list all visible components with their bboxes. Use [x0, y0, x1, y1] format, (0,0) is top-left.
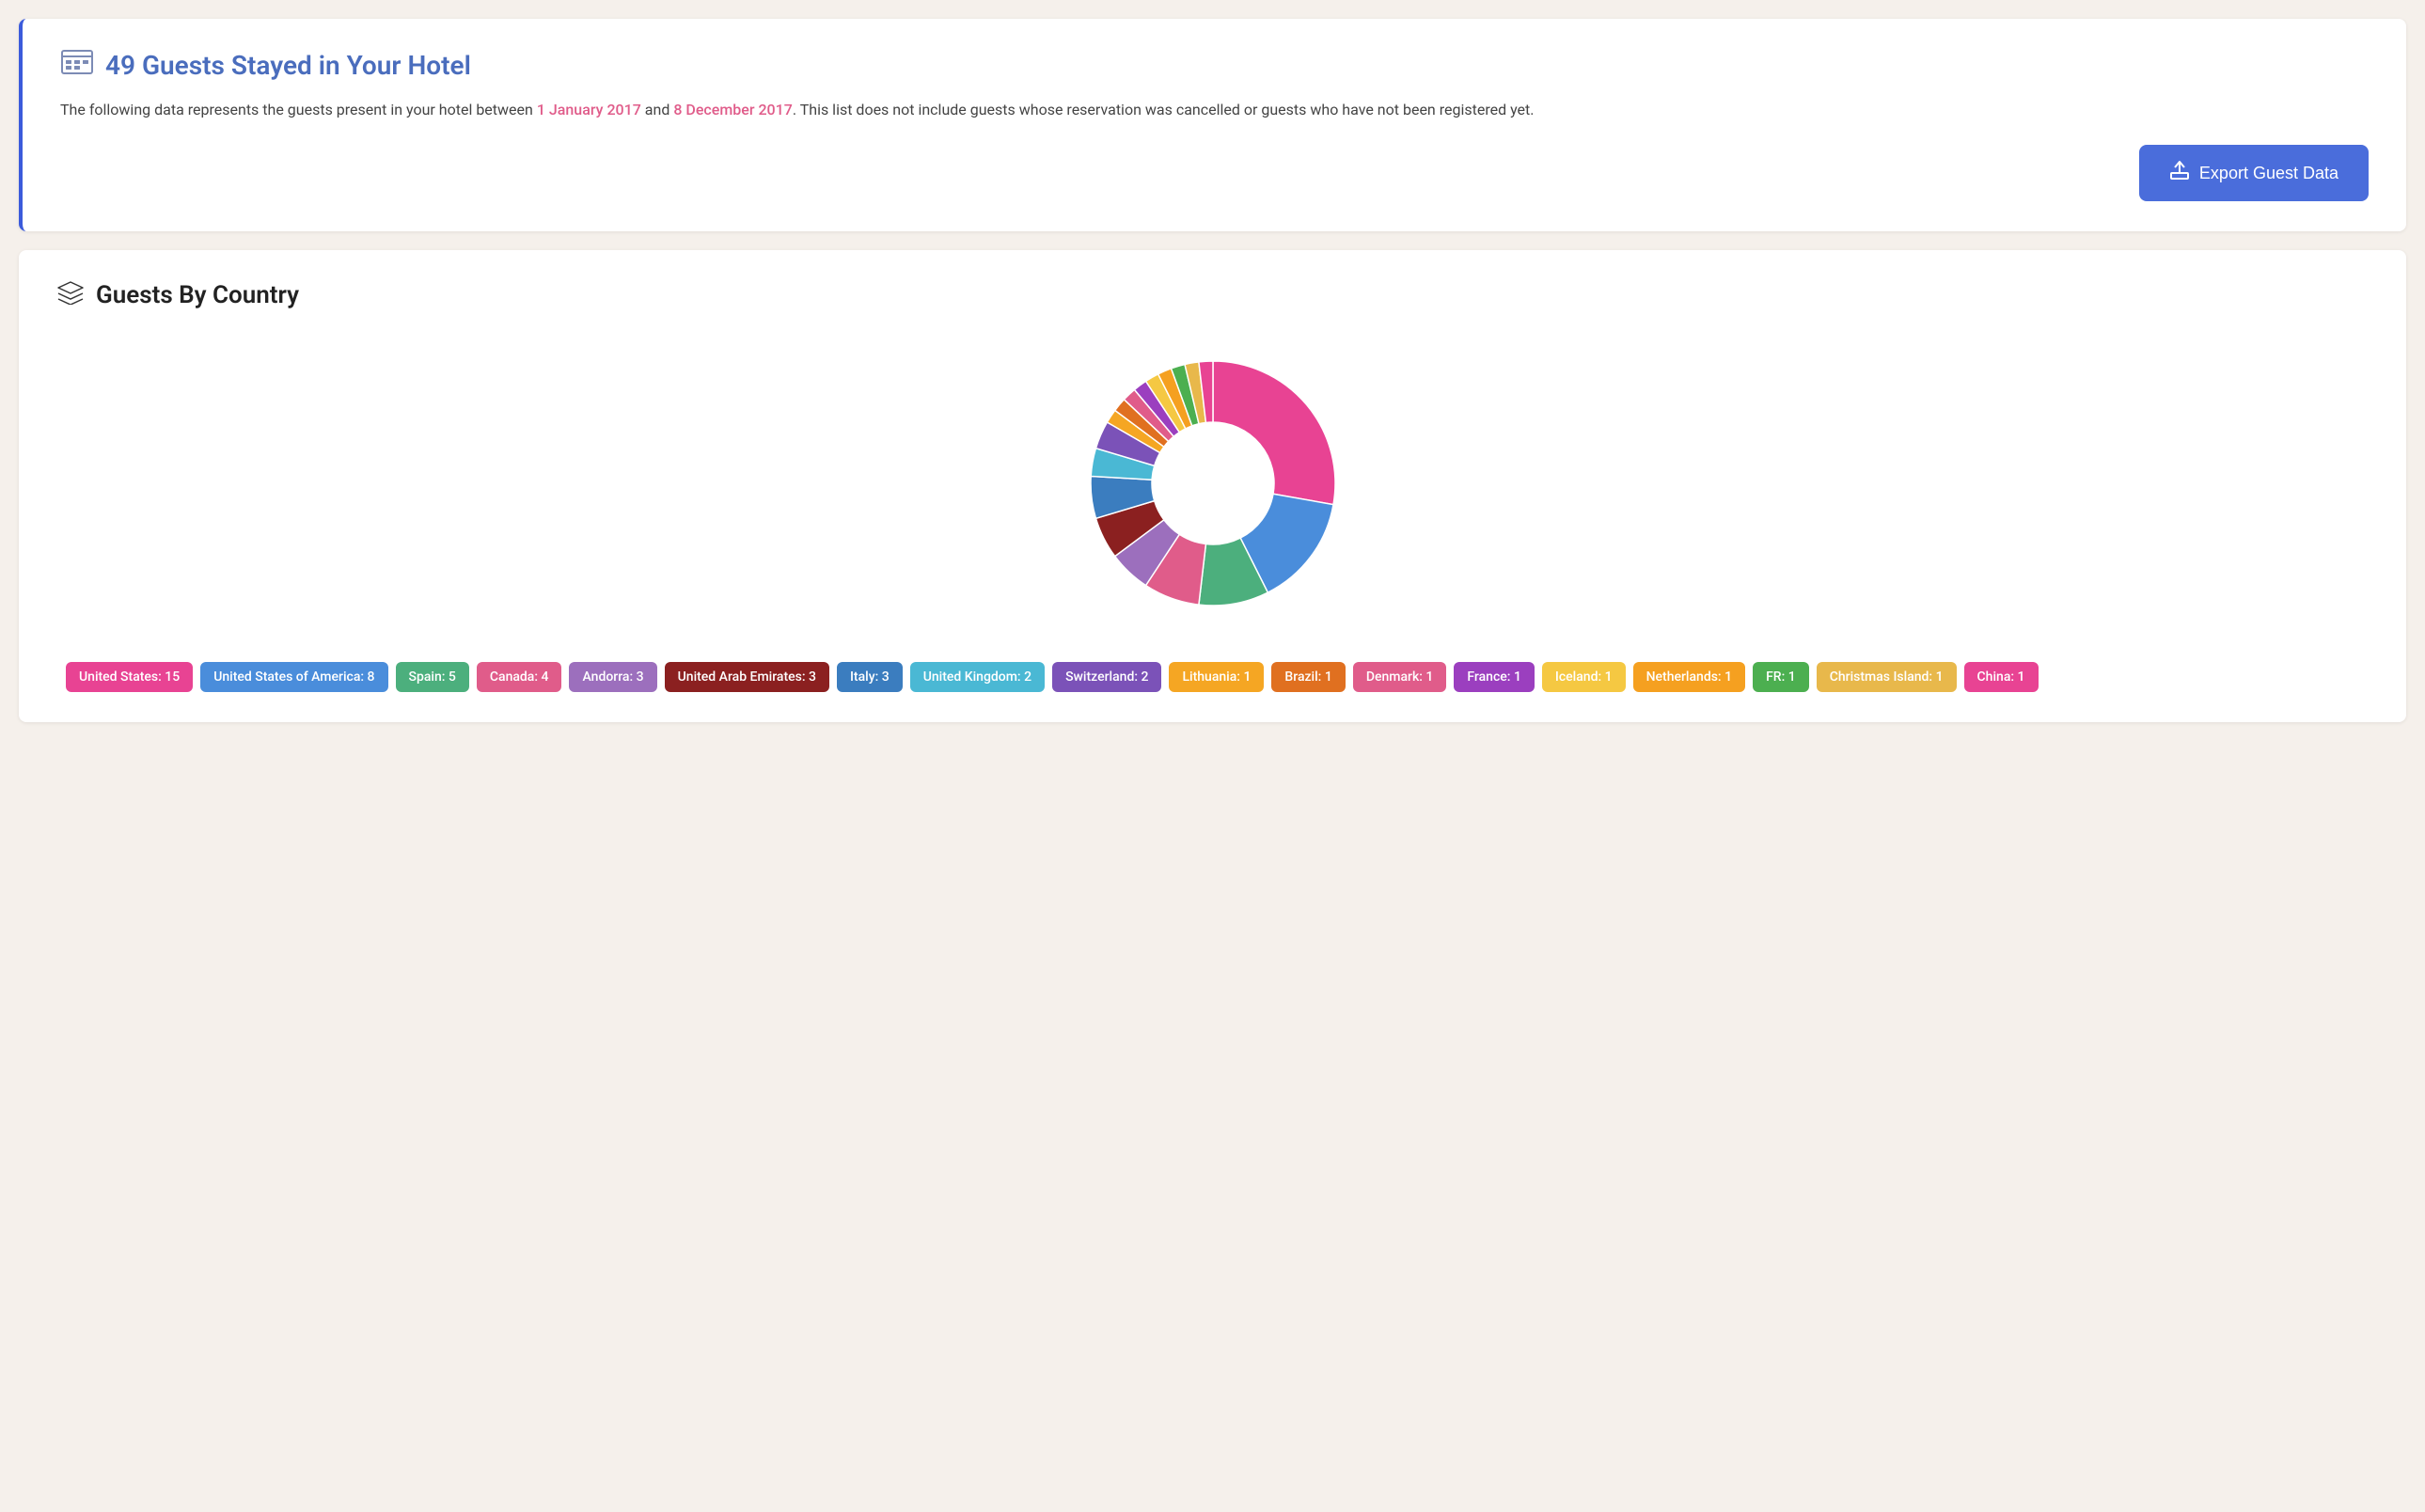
card-header: 49 Guests Stayed in Your Hotel — [60, 49, 2369, 82]
legend-tag: Denmark: 1 — [1353, 662, 1447, 692]
description-text: The following data represents the guests… — [60, 97, 2369, 122]
legend-tag: Iceland: 1 — [1542, 662, 1626, 692]
guests-by-country-title: Guests By Country — [96, 281, 299, 309]
legend-tag: FR: 1 — [1753, 662, 1809, 692]
guest-summary-card: 49 Guests Stayed in Your Hotel The follo… — [19, 19, 2406, 231]
guests-by-country-card: Guests By Country United States: 15Unite… — [19, 250, 2406, 722]
legend-tag: Andorra: 3 — [569, 662, 656, 692]
donut-chart — [1063, 333, 1363, 634]
export-guest-data-button[interactable]: Export Guest Data — [2139, 145, 2369, 201]
legend-tag: United States: 15 — [66, 662, 193, 692]
date-start: 1 January 2017 — [537, 101, 641, 118]
date-end: 8 December 2017 — [673, 101, 793, 118]
legend-tag: United Arab Emirates: 3 — [665, 662, 829, 692]
guests-icon — [60, 49, 94, 82]
legend-tag: Christmas Island: 1 — [1817, 662, 1957, 692]
legend-tag: Italy: 3 — [837, 662, 903, 692]
legend-tag: Spain: 5 — [396, 662, 469, 692]
section-header: Guests By Country — [56, 280, 2369, 310]
legend-tag: Switzerland: 2 — [1052, 662, 1161, 692]
export-label: Export Guest Data — [2199, 164, 2338, 183]
desc-after: . This list does not include guests whos… — [793, 101, 1535, 118]
desc-before: The following data represents the guests… — [60, 101, 537, 118]
page-title: 49 Guests Stayed in Your Hotel — [105, 50, 471, 81]
legend-tag: Lithuania: 1 — [1169, 662, 1264, 692]
layers-icon — [56, 280, 85, 310]
legend-tag: United States of America: 8 — [200, 662, 387, 692]
legend-tag: Brazil: 1 — [1271, 662, 1345, 692]
legend-tag: United Kingdom: 2 — [910, 662, 1045, 692]
legend-container: United States: 15United States of Americ… — [56, 662, 2369, 692]
export-row: Export Guest Data — [60, 145, 2369, 201]
export-icon — [2169, 160, 2190, 186]
desc-middle: and — [641, 101, 674, 118]
legend-tag: France: 1 — [1454, 662, 1535, 692]
donut-chart-container — [56, 333, 2369, 634]
legend-tag: Netherlands: 1 — [1633, 662, 1745, 692]
donut-center — [1152, 422, 1274, 544]
legend-tag: China: 1 — [1964, 662, 2039, 692]
legend-tag: Canada: 4 — [477, 662, 562, 692]
